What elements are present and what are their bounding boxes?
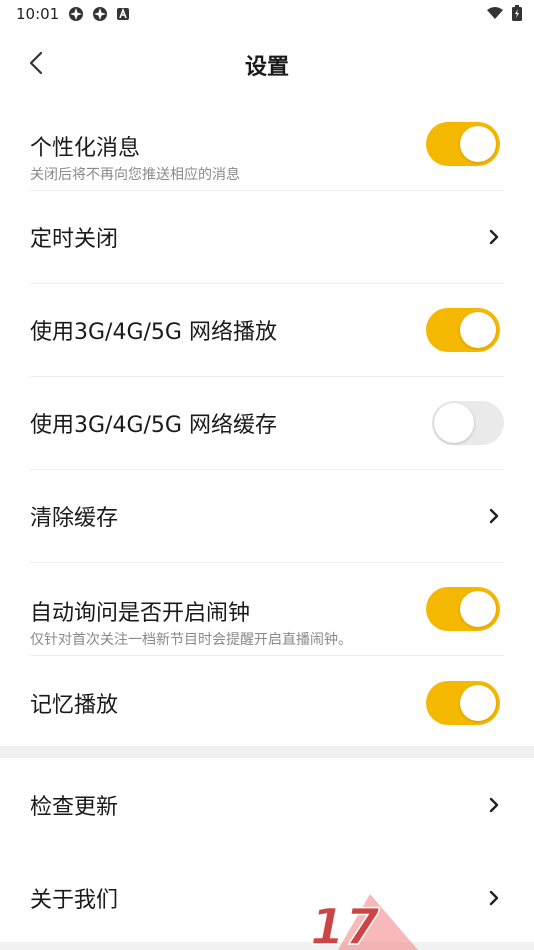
- personalized-messages-toggle[interactable]: [426, 122, 500, 166]
- toggle-knob: [460, 312, 496, 348]
- mobile-network-cache-toggle[interactable]: [432, 401, 504, 445]
- toggle-knob: [460, 591, 496, 627]
- chevron-right-icon: [484, 504, 504, 528]
- setting-label: 定时关闭: [30, 227, 119, 252]
- battery-icon: [512, 5, 522, 21]
- setting-label: 使用3G/4G/5G 网络播放: [30, 320, 277, 345]
- setting-memory-playback: 记忆播放: [30, 656, 504, 749]
- setting-label: 检查更新: [30, 794, 119, 820]
- a-notification-icon: [117, 7, 129, 20]
- setting-label: 自动询问是否开启闹钟: [30, 601, 251, 626]
- setting-label: 清除缓存: [30, 506, 119, 531]
- app-notification-icon: [69, 7, 83, 21]
- wifi-icon: [487, 7, 503, 19]
- setting-about-us[interactable]: 关于我们: [30, 851, 504, 944]
- setting-label: 关于我们: [30, 887, 119, 913]
- setting-description: 仅针对首次关注一档新节目时会提醒开启直播闹钟。: [30, 632, 352, 648]
- setting-description: 关闭后将不再向您推送相应的消息: [30, 167, 240, 183]
- svg-text:17: 17: [310, 898, 380, 950]
- watermark-logo: 17: [309, 894, 418, 950]
- setting-auto-alarm: 自动询问是否开启闹钟 仅针对首次关注一档新节目时会提醒开启直播闹钟。: [30, 563, 504, 656]
- group-divider: [0, 746, 534, 758]
- setting-mobile-network-play: 使用3G/4G/5G 网络播放: [30, 284, 504, 377]
- toggle-knob: [460, 126, 496, 162]
- app-notification-icon: [93, 7, 107, 21]
- setting-personalized-messages: 个性化消息 关闭后将不再向您推送相应的消息: [30, 98, 504, 191]
- setting-label: 使用3G/4G/5G 网络缓存: [30, 413, 277, 438]
- status-time: 10:01: [16, 5, 60, 23]
- toggle-knob: [434, 403, 474, 443]
- notification-icons: [68, 6, 130, 22]
- toggle-knob: [460, 684, 496, 721]
- system-icons: [486, 5, 522, 21]
- setting-clear-cache[interactable]: 清除缓存: [30, 470, 504, 563]
- setting-timed-close[interactable]: 定时关闭: [30, 191, 504, 284]
- auto-alarm-toggle[interactable]: [426, 587, 500, 631]
- mobile-network-play-toggle[interactable]: [426, 308, 500, 352]
- settings-list: 个性化消息 关闭后将不再向您推送相应的消息 定时关闭 使用3G/4G/5G 网络…: [0, 98, 534, 749]
- setting-mobile-network-cache: 使用3G/4G/5G 网络缓存: [30, 377, 504, 470]
- memory-playback-toggle[interactable]: [426, 680, 500, 725]
- header: 设置: [0, 36, 534, 90]
- settings-list-secondary: 检查更新 关于我们: [0, 758, 534, 944]
- setting-label: 个性化消息: [30, 136, 141, 161]
- status-bar: 10:01: [0, 0, 534, 28]
- chevron-right-icon: [484, 886, 504, 910]
- bottom-divider: [0, 942, 534, 950]
- chevron-right-icon: [484, 225, 504, 249]
- chevron-right-icon: [484, 793, 504, 817]
- setting-check-update[interactable]: 检查更新: [30, 758, 504, 851]
- page-title: 设置: [244, 55, 289, 80]
- setting-label: 记忆播放: [30, 692, 119, 718]
